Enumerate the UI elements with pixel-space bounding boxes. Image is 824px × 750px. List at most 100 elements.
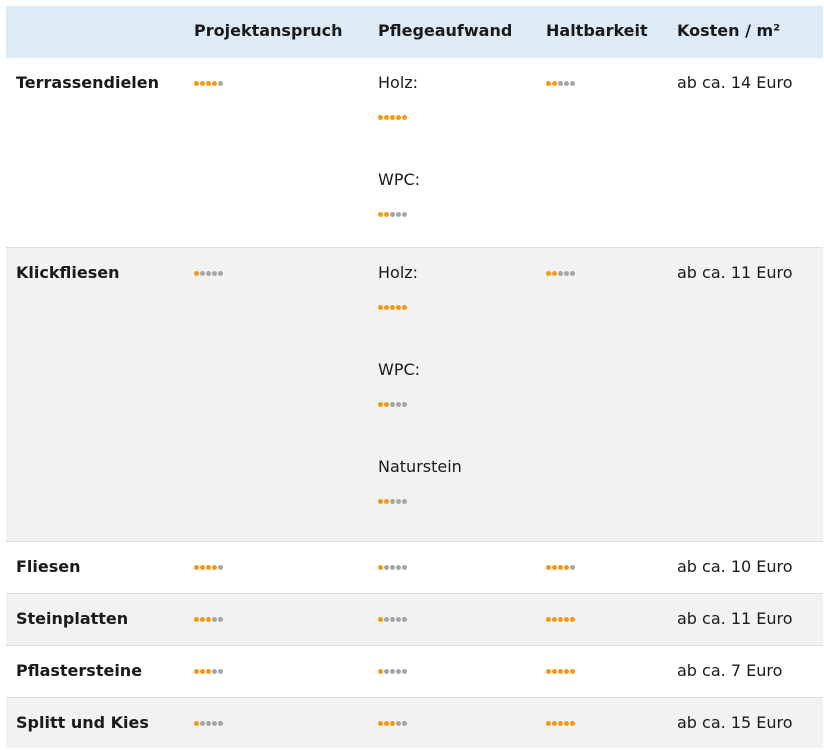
table-row: Steinplatten ab ca. 11 Euro (6, 594, 823, 646)
pflege-sub-label: WPC: (378, 360, 421, 379)
rating-dot-filled (194, 270, 199, 276)
rating-dot-filled (390, 114, 395, 120)
projektanspruch-cell (184, 542, 368, 593)
rating-dot-filled (552, 564, 557, 570)
rating-dot-empty (218, 616, 223, 622)
projektanspruch-cell (184, 248, 368, 541)
rating-dot-filled (378, 616, 383, 622)
rating-dot-filled (206, 616, 211, 622)
rating-dot-empty (396, 498, 401, 504)
rating-dot-empty (402, 564, 407, 570)
rating-dot-filled (558, 564, 563, 570)
rating-dot-filled (200, 80, 205, 86)
haltbarkeit-cell (536, 58, 667, 247)
rating-dot-filled (564, 720, 569, 726)
rating-dot-filled (378, 668, 383, 674)
header-cell-empty (6, 6, 184, 58)
rating-dot-filled (378, 720, 383, 726)
rating-dot-filled (378, 498, 383, 504)
rating-dots (378, 491, 407, 511)
rating-dot-filled (564, 668, 569, 674)
rating-dot-empty (390, 401, 395, 407)
rating-dots (194, 557, 223, 577)
rating-dot-empty (200, 270, 205, 276)
rating-dot-filled (546, 616, 551, 622)
rating-dot-filled (552, 668, 557, 674)
pflegeaufwand-cell (368, 698, 536, 748)
material-name: Splitt und Kies (16, 713, 149, 732)
rating-dot-empty (218, 270, 223, 276)
table-row: Klickfliesen Holz: WPC: Naturstein ab ca… (6, 248, 823, 542)
rating-dot-filled (570, 668, 575, 674)
rating-dot-empty (570, 270, 575, 276)
material-name: Pflastersteine (16, 661, 143, 680)
rating-dot-empty (396, 616, 401, 622)
rating-dot-empty (402, 401, 407, 407)
rating-dot-empty (402, 616, 407, 622)
pflegeaufwand-cell: Holz: WPC: (368, 58, 536, 247)
rating-dots (546, 263, 575, 283)
rating-dot-filled (194, 564, 199, 570)
rating-dot-empty (564, 270, 569, 276)
rating-dots (194, 661, 223, 681)
rating-dot-empty (218, 668, 223, 674)
rating-dot-empty (390, 498, 395, 504)
rating-dot-empty (206, 270, 211, 276)
rating-dots (546, 661, 575, 681)
rating-dot-empty (402, 720, 407, 726)
rating-dot-filled (194, 720, 199, 726)
rating-dot-filled (206, 564, 211, 570)
rating-dot-filled (212, 564, 217, 570)
rating-dot-empty (212, 270, 217, 276)
rating-dot-filled (378, 304, 383, 310)
rating-dot-filled (384, 211, 389, 217)
rating-dot-filled (200, 616, 205, 622)
rating-dot-filled (552, 720, 557, 726)
rating-dot-empty (570, 564, 575, 570)
rating-dots (194, 713, 223, 733)
rating-dot-filled (194, 616, 199, 622)
rating-dot-empty (200, 720, 205, 726)
rating-dots (378, 204, 407, 224)
header-pflegeaufwand: Pflegeaufwand (378, 21, 513, 40)
rating-dot-filled (558, 616, 563, 622)
rating-dot-empty (570, 80, 575, 86)
rating-dots (546, 609, 575, 629)
rating-dot-filled (390, 720, 395, 726)
rating-dot-filled (402, 304, 407, 310)
rating-dot-empty (402, 668, 407, 674)
pflegeaufwand-cell (368, 594, 536, 645)
rating-dot-empty (390, 211, 395, 217)
rating-dot-empty (564, 80, 569, 86)
haltbarkeit-cell (536, 646, 667, 697)
rating-dot-filled (384, 304, 389, 310)
rating-dot-empty (402, 211, 407, 217)
header-projektanspruch: Projektanspruch (194, 21, 343, 40)
table-row: Pflastersteine ab ca. 7 Euro (6, 646, 823, 698)
rating-dot-filled (194, 80, 199, 86)
rating-dot-empty (390, 616, 395, 622)
rating-dot-empty (396, 401, 401, 407)
rating-dot-empty (396, 720, 401, 726)
pflege-sub-label: Holz: (378, 263, 419, 282)
rating-dot-filled (546, 564, 551, 570)
rating-dot-filled (558, 720, 563, 726)
rating-dot-filled (396, 114, 401, 120)
rating-dot-empty (218, 80, 223, 86)
kosten-cell: ab ca. 10 Euro (677, 557, 793, 576)
rating-dots (194, 73, 223, 93)
rating-dot-filled (384, 498, 389, 504)
projektanspruch-cell (184, 646, 368, 697)
rating-dots (378, 609, 407, 629)
kosten-cell: ab ca. 7 Euro (677, 661, 783, 680)
kosten-cell: ab ca. 14 Euro (677, 73, 793, 92)
rating-dot-empty (402, 498, 407, 504)
rating-dots (378, 557, 407, 577)
rating-dots (378, 661, 407, 681)
rating-dot-empty (218, 564, 223, 570)
comparison-table: Projektanspruch Pflegeaufwand Haltbarkei… (6, 6, 823, 748)
rating-dot-filled (206, 668, 211, 674)
rating-dot-filled (396, 304, 401, 310)
pflege-sub-label: Holz: (378, 73, 419, 92)
rating-dot-empty (218, 720, 223, 726)
